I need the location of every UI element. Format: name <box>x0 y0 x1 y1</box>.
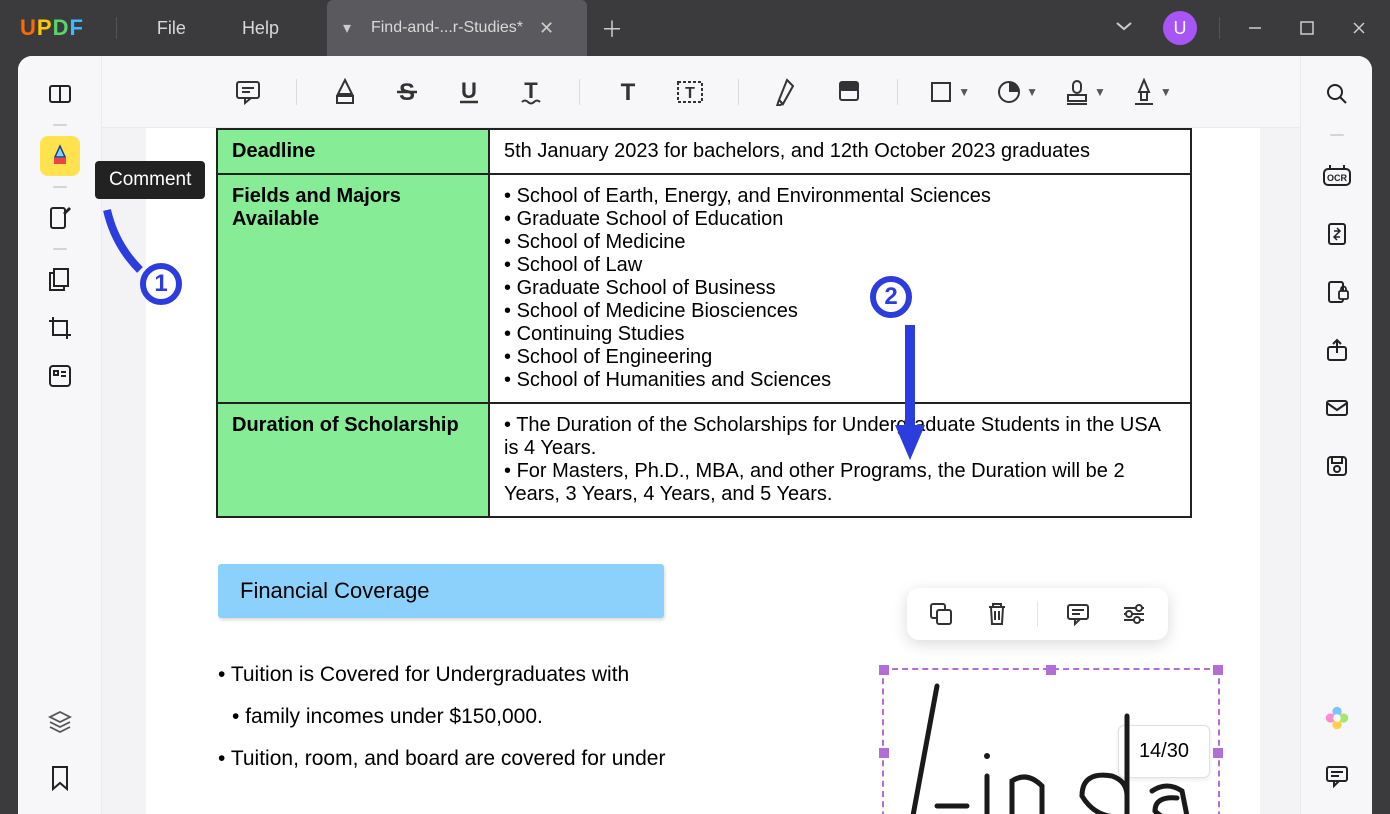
svg-text:T: T <box>621 79 636 106</box>
pencil-tool[interactable] <box>769 74 805 110</box>
resize-handle[interactable] <box>1213 665 1223 675</box>
chevron-down-icon: ▼ <box>1160 85 1172 99</box>
separator <box>1037 601 1038 627</box>
row-label: Duration of Scholarship <box>217 403 489 517</box>
ocr-button[interactable]: OCR <box>1317 156 1357 196</box>
email-button[interactable] <box>1317 388 1357 428</box>
comment-mode-button[interactable] <box>40 136 80 176</box>
row-value: 5th January 2023 for bachelors, and 12th… <box>489 129 1191 174</box>
chevron-down-icon: ▼ <box>1094 85 1106 99</box>
chevron-down-icon: ▼ <box>1026 85 1038 99</box>
underline-tool[interactable]: U <box>451 74 487 110</box>
tab-menu-icon[interactable]: ▾ <box>343 18 359 38</box>
convert-button[interactable] <box>1317 214 1357 254</box>
document-tab[interactable]: ▾ Find-and-...r-Studies* ✕ <box>327 0 587 56</box>
row-value: The Duration of the Scholarships for Und… <box>489 403 1191 517</box>
separator <box>1219 17 1220 39</box>
row-value: School of Earth, Energy, and Environment… <box>489 174 1191 403</box>
divider <box>1330 134 1344 136</box>
signature-annotation[interactable] <box>897 676 1207 814</box>
titlebar: UPDF File Help ▾ Find-and-...r-Studies* … <box>0 0 1390 56</box>
share-button[interactable] <box>1317 330 1357 370</box>
row-label: Fields and Majors Available <box>217 174 489 403</box>
app-body: OCR <box>18 56 1372 814</box>
app-logo: UPDF <box>0 15 104 41</box>
protect-button[interactable] <box>1317 272 1357 312</box>
form-mode-button[interactable] <box>40 356 80 396</box>
divider <box>53 186 67 188</box>
tab-close-button[interactable]: ✕ <box>535 18 558 39</box>
highlight-tool[interactable] <box>327 74 363 110</box>
delete-button[interactable] <box>981 598 1013 630</box>
strikethrough-tool[interactable]: S <box>389 74 425 110</box>
table-row: Fields and Majors Available School of Ea… <box>217 174 1191 403</box>
user-avatar[interactable]: U <box>1163 11 1197 45</box>
bookmark-button[interactable] <box>40 758 80 798</box>
sticker-tool[interactable]: ▼ <box>996 79 1038 105</box>
resize-handle[interactable] <box>879 665 889 675</box>
callout-2: 2 <box>870 276 912 318</box>
left-sidebar <box>18 56 102 814</box>
table-row: Deadline 5th January 2023 for bachelors,… <box>217 129 1191 174</box>
shape-tool[interactable]: ▼ <box>928 79 970 105</box>
callout-1: 1 <box>140 263 182 305</box>
properties-button[interactable] <box>1118 598 1150 630</box>
note-tool[interactable] <box>230 74 266 110</box>
ai-assistant-button[interactable] <box>1317 698 1357 738</box>
text-tool[interactable]: T <box>610 74 646 110</box>
document-canvas[interactable]: Deadline 5th January 2023 for bachelors,… <box>102 128 1300 814</box>
comments-panel-button[interactable] <box>1317 756 1357 796</box>
copy-button[interactable] <box>925 598 957 630</box>
menu-help[interactable]: Help <box>214 18 307 39</box>
layers-button[interactable] <box>40 702 80 742</box>
resize-handle[interactable] <box>1213 748 1223 758</box>
right-sidebar: OCR <box>1300 56 1372 814</box>
window-dropdown[interactable] <box>1101 5 1147 51</box>
callout-arrow-2 <box>890 320 930 470</box>
signature-tool[interactable]: ▼ <box>1132 78 1172 106</box>
comment-button[interactable] <box>1062 598 1094 630</box>
divider <box>579 79 580 105</box>
eraser-tool[interactable] <box>831 74 867 110</box>
new-tab-button[interactable]: ＋ <box>587 0 637 56</box>
crop-mode-button[interactable] <box>40 308 80 348</box>
resize-handle[interactable] <box>879 748 889 758</box>
svg-text:U: U <box>461 78 477 103</box>
scholarship-table: Deadline 5th January 2023 for bachelors,… <box>216 128 1192 518</box>
row-label: Deadline <box>217 129 489 174</box>
pages-mode-button[interactable] <box>40 260 80 300</box>
divider <box>296 79 297 105</box>
tab-title: Find-and-...r-Studies* <box>371 19 523 37</box>
comment-tooltip: Comment <box>95 161 205 199</box>
squiggly-tool[interactable]: T <box>513 74 549 110</box>
menu-file[interactable]: File <box>129 18 214 39</box>
divider <box>53 124 67 126</box>
tabs-bar: ▾ Find-and-...r-Studies* ✕ ＋ <box>327 0 637 56</box>
selection-context-bar <box>907 588 1168 640</box>
save-button[interactable] <box>1317 446 1357 486</box>
edit-mode-button[interactable] <box>40 198 80 238</box>
svg-text:OCR: OCR <box>1327 173 1348 183</box>
window-controls: U <box>1101 5 1390 51</box>
stamp-tool[interactable]: ▼ <box>1064 78 1106 106</box>
comment-toolbar: S U T T T ▼ ▼ ▼ <box>102 56 1300 128</box>
close-button[interactable] <box>1336 8 1382 48</box>
table-row: Duration of Scholarship The Duration of … <box>217 403 1191 517</box>
chevron-down-icon: ▼ <box>958 85 970 99</box>
maximize-button[interactable] <box>1284 8 1330 48</box>
section-heading: Financial Coverage <box>218 564 664 618</box>
divider <box>738 79 739 105</box>
reader-mode-button[interactable] <box>40 74 80 114</box>
divider <box>897 79 898 105</box>
textbox-tool[interactable]: T <box>672 74 708 110</box>
resize-handle[interactable] <box>1046 665 1056 675</box>
svg-text:T: T <box>524 78 538 103</box>
search-button[interactable] <box>1317 74 1357 114</box>
minimize-button[interactable] <box>1232 8 1278 48</box>
svg-text:T: T <box>685 85 695 102</box>
separator <box>116 17 117 39</box>
divider <box>53 248 67 250</box>
